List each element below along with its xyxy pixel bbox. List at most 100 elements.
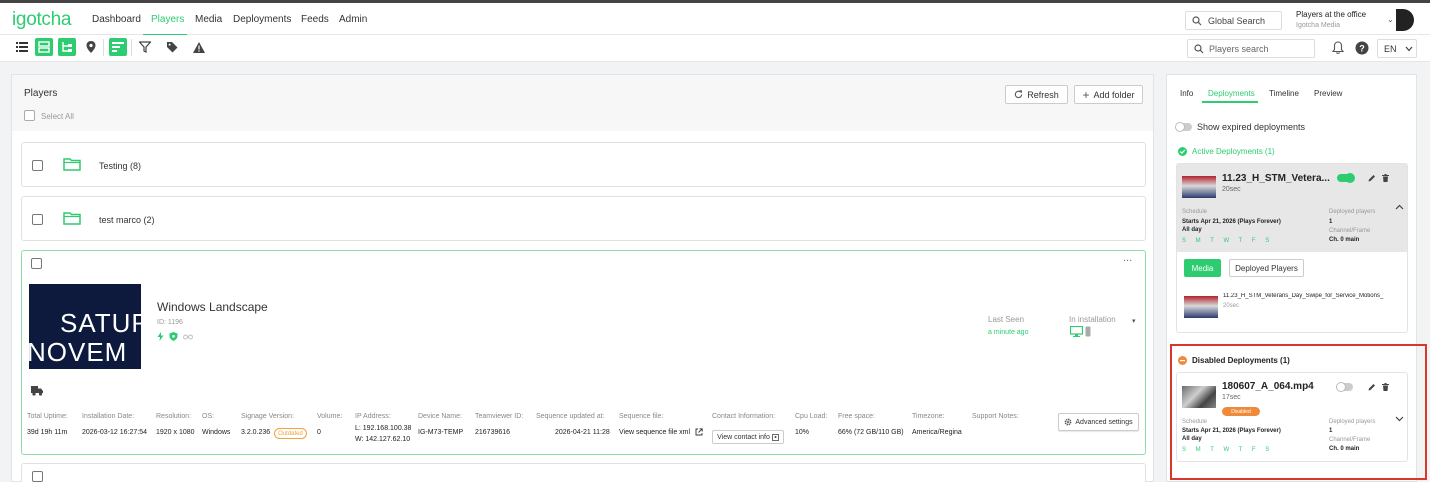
tab-deployments[interactable]: Deployments bbox=[1208, 89, 1255, 98]
sort-icon[interactable] bbox=[109, 38, 127, 56]
global-search-placeholder: Global Search bbox=[1208, 16, 1266, 26]
list-icon[interactable] bbox=[13, 38, 31, 56]
deployed-players-label: Deployed players bbox=[1329, 209, 1376, 215]
stat-label: Volume: bbox=[317, 413, 343, 420]
folder-checkbox[interactable] bbox=[32, 214, 43, 225]
more-options-icon[interactable]: ... bbox=[1123, 252, 1132, 264]
active-deployment-card[interactable]: 11.23_H_STM_Vetera... 20sec Schedule Sta… bbox=[1176, 163, 1408, 333]
tab-preview[interactable]: Preview bbox=[1314, 89, 1342, 98]
players-panel: Players Select All Refresh + Add folder … bbox=[11, 74, 1154, 482]
stat-label: Timezone: bbox=[912, 413, 945, 420]
player-checkbox[interactable] bbox=[32, 471, 43, 482]
folder-icon bbox=[63, 212, 81, 225]
logo[interactable]: igotcha bbox=[12, 9, 71, 31]
player-card[interactable]: ... SATUR NOVEM Windows Landscape ID: 11… bbox=[21, 250, 1146, 455]
installation-status-label: In installation bbox=[1069, 315, 1116, 324]
schedule-days: S M T W T F S bbox=[1182, 238, 1274, 244]
deployed-players-button[interactable]: Deployed Players bbox=[1229, 259, 1304, 277]
svg-text:?: ? bbox=[1359, 44, 1365, 54]
stat-value: 66% (72 GB/110 GB) bbox=[838, 429, 904, 436]
trash-icon[interactable] bbox=[1382, 174, 1389, 182]
channel-value: Ch. 0 main bbox=[1329, 237, 1360, 243]
nav-admin[interactable]: Admin bbox=[339, 14, 367, 25]
player-checkbox[interactable] bbox=[31, 258, 42, 269]
stat-label: Installation Date: bbox=[82, 413, 135, 420]
edit-icon[interactable] bbox=[1368, 174, 1376, 182]
media-item-duration: 20sec bbox=[1223, 303, 1240, 309]
media-thumbnail bbox=[1184, 296, 1218, 318]
chevron-down-icon[interactable]: ⌄ bbox=[1387, 15, 1394, 24]
tab-info[interactable]: Info bbox=[1180, 89, 1193, 98]
chevron-up-icon[interactable] bbox=[1395, 204, 1404, 210]
thumbnail-text: SATUR bbox=[60, 308, 141, 338]
page-title: Players bbox=[24, 88, 58, 99]
contact-card-icon bbox=[771, 433, 779, 441]
global-search-input[interactable]: Global Search bbox=[1185, 11, 1282, 30]
advanced-settings-button[interactable]: Advanced settings bbox=[1058, 413, 1139, 431]
media-button[interactable]: Media bbox=[1184, 259, 1221, 277]
map-pin-icon[interactable] bbox=[82, 38, 100, 56]
tree-icon[interactable] bbox=[58, 38, 76, 56]
search-icon bbox=[1194, 44, 1204, 54]
thumbnail-text: NOVEM bbox=[29, 337, 128, 367]
stat-label: Total Uptime: bbox=[27, 413, 68, 420]
warning-icon[interactable] bbox=[190, 38, 208, 56]
active-tab-underline bbox=[1202, 101, 1258, 103]
chevron-down-icon bbox=[1405, 46, 1413, 52]
folder-row[interactable]: Testing (8) bbox=[21, 142, 1146, 187]
help-icon[interactable]: ? bbox=[1355, 41, 1369, 55]
deployed-players-value: 1 bbox=[1329, 219, 1333, 225]
bell-icon[interactable] bbox=[1332, 41, 1344, 55]
add-folder-label: Add folder bbox=[1093, 89, 1135, 100]
external-link-icon[interactable] bbox=[695, 428, 703, 436]
office-name[interactable]: Players at the office bbox=[1296, 10, 1366, 19]
highlight-box bbox=[1170, 344, 1427, 480]
stat-label: Signage Version: bbox=[241, 413, 294, 420]
select-all-checkbox[interactable] bbox=[24, 110, 35, 121]
refresh-button[interactable]: Refresh bbox=[1005, 85, 1068, 104]
show-expired-toggle[interactable] bbox=[1175, 122, 1192, 132]
nav-deployments[interactable]: Deployments bbox=[233, 14, 291, 25]
folder-row[interactable]: test marco (2) bbox=[21, 196, 1146, 241]
add-folder-button[interactable]: + Add folder bbox=[1074, 85, 1143, 104]
stat-value: 2026-03-12 16:27:54 bbox=[82, 429, 147, 436]
nav-dashboard[interactable]: Dashboard bbox=[92, 14, 141, 25]
nav-feeds[interactable]: Feeds bbox=[301, 14, 329, 25]
show-expired-label: Show expired deployments bbox=[1197, 122, 1306, 132]
player-status-icons bbox=[157, 332, 193, 341]
chevron-down-icon[interactable]: ▾ bbox=[1132, 317, 1136, 325]
nav-players[interactable]: Players bbox=[151, 14, 184, 25]
stat-value: 216739616 bbox=[475, 429, 511, 436]
sequence-file-link[interactable]: View sequence file xml bbox=[619, 429, 690, 436]
last-seen-label: Last Seen bbox=[988, 315, 1025, 324]
filter-icon[interactable] bbox=[136, 38, 154, 56]
language-select[interactable]: EN bbox=[1377, 39, 1417, 58]
view-contact-info-button[interactable]: View contact info bbox=[712, 430, 784, 444]
deployment-enabled-toggle[interactable] bbox=[1337, 173, 1355, 183]
contact-label: View contact info bbox=[717, 433, 770, 441]
folder-checkbox[interactable] bbox=[32, 160, 43, 171]
stat-label: Free space: bbox=[838, 413, 875, 420]
players-search-input[interactable]: Players search bbox=[1187, 39, 1315, 58]
last-seen-value: a minute ago bbox=[988, 329, 1029, 336]
player-thumbnail: SATUR NOVEM bbox=[29, 284, 141, 369]
plus-icon: + bbox=[1082, 87, 1090, 102]
tag-icon[interactable] bbox=[163, 38, 181, 56]
infinity-icon bbox=[183, 334, 193, 339]
folder-icon bbox=[63, 158, 81, 171]
player-card[interactable] bbox=[21, 463, 1146, 482]
stat-value: IG-M73-TEMP bbox=[418, 429, 464, 436]
active-deployments-title[interactable]: Active Deployments (1) bbox=[1192, 147, 1275, 156]
folder-name: Testing (8) bbox=[99, 161, 142, 171]
select-all-label[interactable]: Select All bbox=[41, 112, 74, 121]
tab-timeline[interactable]: Timeline bbox=[1269, 89, 1299, 98]
grid-icon[interactable] bbox=[35, 38, 53, 56]
stat-label: Sequence updated at: bbox=[536, 413, 605, 420]
avatar[interactable] bbox=[1396, 9, 1414, 31]
toolbar-divider bbox=[131, 39, 132, 56]
office-org: Igotcha Media bbox=[1296, 22, 1340, 29]
toolbar-divider bbox=[103, 39, 104, 56]
top-navbar: igotcha Dashboard Players Media Deployme… bbox=[0, 0, 1430, 36]
stat-label: Resolution: bbox=[156, 413, 192, 420]
nav-media[interactable]: Media bbox=[195, 14, 222, 25]
